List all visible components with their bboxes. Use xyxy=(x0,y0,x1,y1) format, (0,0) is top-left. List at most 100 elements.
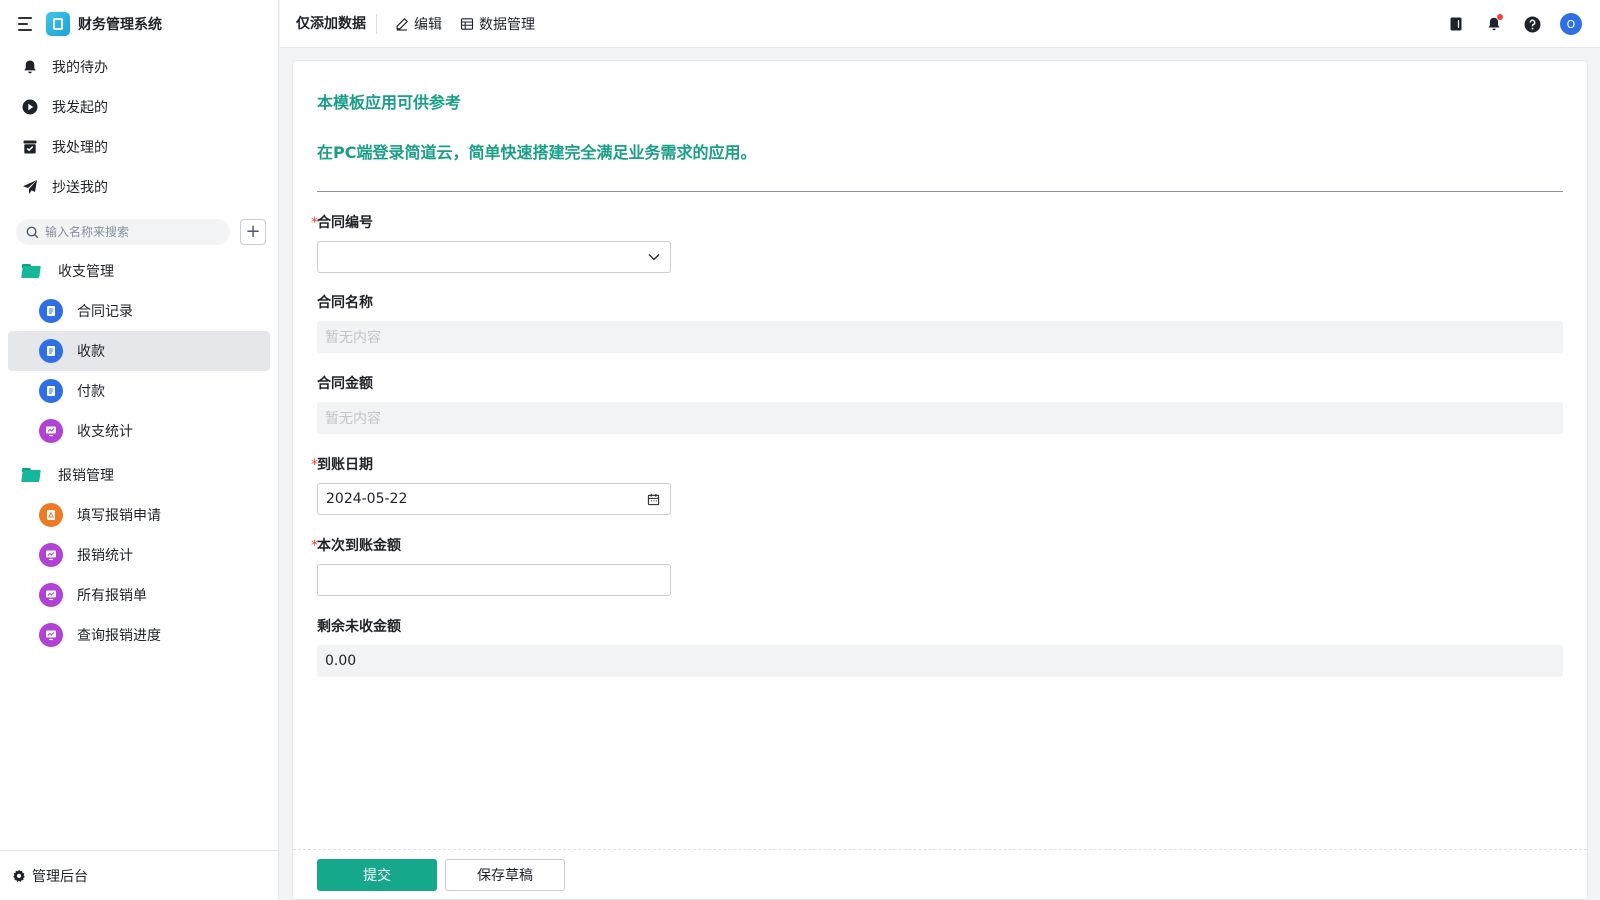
table-icon xyxy=(460,17,474,30)
divider xyxy=(317,191,1563,192)
app-title: 财务管理系统 xyxy=(78,16,162,33)
sidebar-item-query-progress[interactable]: 查询报销进度 xyxy=(8,615,270,655)
folder-icon xyxy=(21,468,42,482)
field-label: 剩余未收金额 xyxy=(317,619,401,635)
page-title: 仅添加数据 xyxy=(280,13,377,34)
sidebar-item-fill-reimbursement[interactable]: 填写报销申请 xyxy=(8,495,270,535)
top-bar: 仅添加数据 编辑 数据管理 O xyxy=(280,0,1600,48)
sidebar-item-label: 所有报销单 xyxy=(77,588,147,604)
edit-button[interactable]: 编辑 xyxy=(395,14,442,34)
dashboard-icon xyxy=(39,623,63,647)
field-contract-no: * 合同编号 xyxy=(311,213,671,273)
field-label: 合同编号 xyxy=(317,215,373,231)
group-label: 收支管理 xyxy=(58,264,114,280)
quick-nav-cc[interactable]: 抄送我的 xyxy=(0,167,278,207)
play-icon xyxy=(22,99,38,115)
inbox-check-icon xyxy=(22,139,38,155)
calendar-icon xyxy=(647,493,660,505)
contract-amount-value: 暂无内容 xyxy=(317,402,1563,434)
description-line-1: 本模板应用可供参考 xyxy=(317,93,462,112)
arrival-date-picker[interactable]: 2024-05-22 xyxy=(317,483,671,515)
data-management-button[interactable]: 数据管理 xyxy=(460,14,535,34)
description-line-2: 在PC端登录简道云，简单快速搭建完全满足业务需求的应用。 xyxy=(317,143,757,162)
notification-dot xyxy=(1497,14,1503,20)
sidebar-item-label: 报销统计 xyxy=(77,548,133,564)
submit-button[interactable]: 提交 xyxy=(317,858,437,891)
contract-no-select[interactable] xyxy=(317,241,671,273)
edit-label: 编辑 xyxy=(414,16,442,33)
field-label: 合同金额 xyxy=(317,376,373,392)
field-label: 到账日期 xyxy=(317,457,373,473)
sidebar-item-payment[interactable]: 付款 xyxy=(8,371,270,411)
quick-nav-label: 我发起的 xyxy=(52,100,108,116)
form-icon xyxy=(39,379,63,403)
required-marker: * xyxy=(311,215,318,231)
search-icon xyxy=(26,226,39,238)
sidebar-item-income-stats[interactable]: 收支统计 xyxy=(8,411,270,451)
help-icon[interactable] xyxy=(1522,14,1542,34)
form-footer: 提交 保存草稿 xyxy=(293,849,1587,899)
group-reimbursement[interactable]: 报销管理 xyxy=(0,455,278,495)
sidebar-item-contract-records[interactable]: 合同记录 xyxy=(8,291,270,331)
app-logo-icon xyxy=(46,11,70,36)
sidebar-item-all-reimbursements[interactable]: 所有报销单 xyxy=(8,575,270,615)
quick-nav-label: 我处理的 xyxy=(52,140,108,156)
form-description: 本模板应用可供参考 在PC端登录简道云，简单快速搭建完全满足业务需求的应用。 xyxy=(293,61,1587,163)
admin-backend-link[interactable]: 管理后台 xyxy=(0,850,279,900)
search-box[interactable] xyxy=(16,219,231,245)
field-remaining-amount: 剩余未收金额 0.00 xyxy=(317,617,1563,677)
bell-icon xyxy=(22,59,38,75)
field-arrival-date: * 到账日期 2024-05-22 xyxy=(311,455,671,515)
avatar[interactable]: O xyxy=(1560,13,1582,35)
arrival-amount-input[interactable] xyxy=(317,564,671,596)
group-label: 报销管理 xyxy=(58,468,114,484)
required-marker: * xyxy=(311,538,318,554)
field-contract-amount: 合同金额 暂无内容 xyxy=(317,374,1563,434)
sidebar-item-label: 收款 xyxy=(77,344,105,360)
search-input[interactable] xyxy=(45,225,215,239)
notification-bell-icon[interactable] xyxy=(1484,14,1504,34)
dashboard-icon xyxy=(39,543,63,567)
top-bar-actions: O xyxy=(1428,0,1582,48)
sidebar-item-label: 合同记录 xyxy=(77,304,133,320)
form-card: 本模板应用可供参考 在PC端登录简道云，简单快速搭建完全满足业务需求的应用。 *… xyxy=(292,60,1588,900)
warning-form-icon xyxy=(39,503,63,527)
dashboard-icon xyxy=(39,419,63,443)
sidebar-item-reimbursement-stats[interactable]: 报销统计 xyxy=(8,535,270,575)
quick-nav-handled[interactable]: 我处理的 xyxy=(0,127,278,167)
chevron-down-icon xyxy=(648,254,660,261)
notebook-icon[interactable] xyxy=(1446,14,1466,34)
form-icon xyxy=(39,339,63,363)
dashboard-icon xyxy=(39,583,63,607)
pencil-icon xyxy=(396,17,409,31)
required-marker: * xyxy=(311,457,318,473)
sidebar: 财务管理系统 我的待办 我发起的 我处理的 抄送我的 + 收支管理 xyxy=(0,0,279,900)
data-management-label: 数据管理 xyxy=(479,16,535,33)
sidebar-item-label: 付款 xyxy=(77,384,105,400)
quick-nav-label: 抄送我的 xyxy=(52,180,108,196)
quick-nav-initiated[interactable]: 我发起的 xyxy=(0,87,278,127)
sidebar-search-row: + xyxy=(0,217,278,247)
sidebar-item-label: 填写报销申请 xyxy=(77,508,161,524)
sidebar-item-label: 收支统计 xyxy=(77,424,133,440)
remaining-amount-value: 0.00 xyxy=(317,645,1563,677)
save-draft-button[interactable]: 保存草稿 xyxy=(445,858,565,891)
folder-icon xyxy=(21,264,42,278)
field-label: 合同名称 xyxy=(317,295,373,311)
menu-icon[interactable] xyxy=(18,16,34,31)
group-income-expense[interactable]: 收支管理 xyxy=(0,251,278,291)
sidebar-item-label: 查询报销进度 xyxy=(77,628,161,644)
field-contract-name: 合同名称 暂无内容 xyxy=(317,293,1563,353)
field-label: 本次到账金额 xyxy=(317,538,401,554)
date-value: 2024-05-22 xyxy=(326,491,408,507)
quick-nav-todo[interactable]: 我的待办 xyxy=(0,47,278,87)
quick-nav-label: 我的待办 xyxy=(52,60,108,76)
form-icon xyxy=(39,299,63,323)
admin-label: 管理后台 xyxy=(32,868,88,885)
sidebar-header: 财务管理系统 xyxy=(0,0,278,47)
send-icon xyxy=(22,179,38,195)
sidebar-item-collection[interactable]: 收款 xyxy=(8,331,270,371)
contract-name-value: 暂无内容 xyxy=(317,321,1563,353)
add-button[interactable]: + xyxy=(240,219,266,245)
field-arrival-amount: * 本次到账金额 xyxy=(311,536,671,596)
